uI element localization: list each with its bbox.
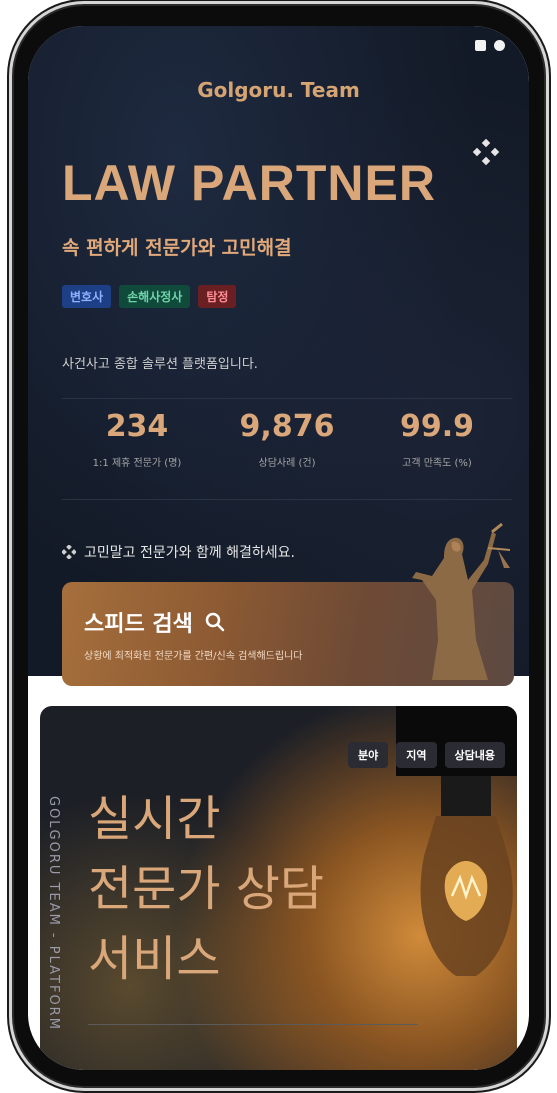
stat-value: 234 — [105, 409, 169, 444]
vertical-brand-text: GOLGORU TEAM - PLATFORM — [46, 796, 61, 1031]
square-icon — [475, 40, 486, 51]
speed-search-title: 스피드 검색 — [84, 612, 193, 637]
search-icon — [205, 612, 225, 632]
speed-search-title-row: 스피드 검색 — [84, 606, 225, 638]
clover-small-icon — [62, 545, 76, 559]
dot-icon — [494, 40, 505, 51]
filter-tabs: 분야 지역 상담내용 — [348, 742, 505, 768]
speed-search-description: 상황에 최적화된 전문가를 간편/신속 검색해드립니다 — [84, 651, 303, 662]
hero-section: Golgoru. Team LAW PARTNER 속 편하게 전문가와 고민해… — [28, 26, 529, 686]
live-consult-heading: 실시간 전문가 상담 서비스 — [88, 784, 324, 994]
heading-line: 서비스 — [88, 931, 221, 987]
status-bar — [475, 40, 505, 51]
stat-value: 99.9 — [399, 409, 475, 444]
stat-experts: 234 1:1 제휴 전문가 (명) — [62, 409, 212, 469]
stat-cases: 9,876 상담사례 (건) — [212, 409, 362, 469]
tag-detective[interactable]: 탐정 — [198, 285, 237, 308]
stat-satisfaction: 99.9 고객 만족도 (%) — [362, 409, 512, 469]
screen: Golgoru. Team LAW PARTNER 속 편하게 전문가와 고민해… — [28, 26, 529, 1070]
stat-value: 9,876 — [239, 409, 335, 444]
heading-line: 전문가 상담 — [88, 861, 325, 917]
tab-region[interactable]: 지역 — [396, 742, 437, 768]
clover-icon — [472, 138, 500, 166]
stat-label: 1:1 제휴 전문가 (명) — [92, 458, 182, 469]
justice-statue-icon — [412, 522, 511, 680]
platform-description: 사건사고 종합 솔루션 플랫폼입니다. — [62, 357, 258, 372]
hint-text: 고민말고 전문가와 함께 해결하세요. — [84, 545, 295, 561]
hint-row: 고민말고 전문가와 함께 해결하세요. — [62, 542, 295, 562]
page-title: LAW PARTNER — [62, 155, 436, 211]
tab-consult-content[interactable]: 상담내용 — [444, 742, 505, 768]
live-consult-banner[interactable]: 분야 지역 상담내용 GOLGORU TEAM - PLATFORM 실시간 전… — [40, 706, 517, 1070]
heading-line: 실시간 — [88, 791, 221, 847]
stat-label: 고객 만족도 (%) — [402, 458, 472, 469]
subtitle: 속 편하게 전문가와 고민해결 — [62, 237, 292, 259]
tab-field[interactable]: 분야 — [348, 742, 389, 768]
tag-adjuster[interactable]: 손해사정사 — [119, 285, 191, 308]
category-tags: 변호사 손해사정사 탐정 — [62, 285, 237, 308]
team-name: Golgoru. Team — [197, 78, 360, 102]
stats-panel: 234 1:1 제휴 전문가 (명) 9,876 상담사례 (건) 99.9 고… — [62, 398, 512, 500]
divider — [88, 1024, 418, 1025]
stat-label: 상담사례 (건) — [258, 458, 316, 469]
tag-lawyer[interactable]: 변호사 — [62, 285, 112, 308]
